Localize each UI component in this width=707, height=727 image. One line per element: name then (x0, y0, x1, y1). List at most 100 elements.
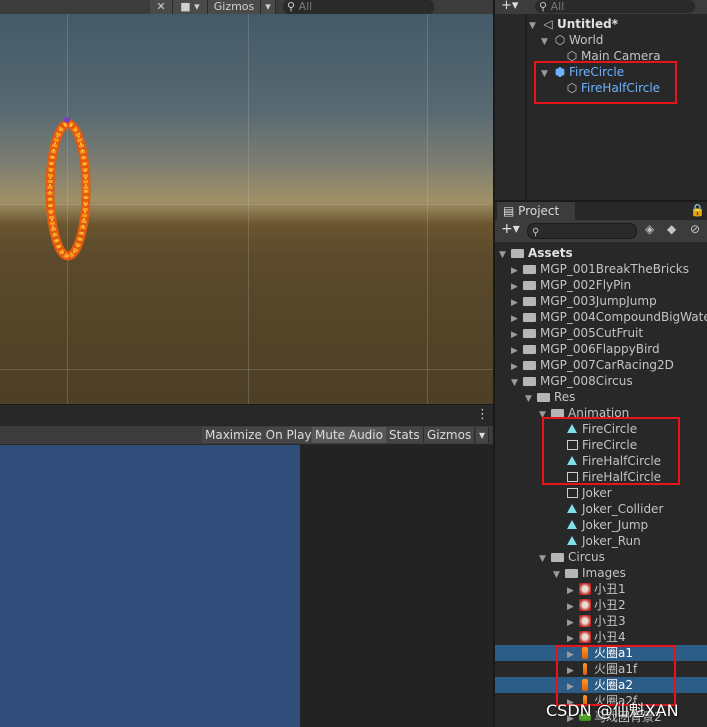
mute-audio-toggle[interactable]: Mute Audio (312, 427, 387, 443)
folder-images[interactable]: ▼ Images (553, 565, 626, 581)
game-view[interactable] (0, 445, 300, 727)
sprite-item[interactable]: ▶ 小丑3 (567, 613, 626, 629)
asset-label: 小丑4 (594, 630, 626, 644)
folder-label: Res (554, 390, 576, 404)
hidden-packages-icon[interactable]: ⊘ (690, 222, 700, 236)
asset-label: 小丑1 (594, 582, 626, 596)
sprite-item[interactable]: ▶ 小丑2 (567, 597, 626, 613)
hierarchy-search-input[interactable]: ⚲ All (535, 0, 695, 13)
folder-label: MGP_002FlyPin (540, 278, 632, 292)
asset-item[interactable]: Joker_Jump (565, 517, 648, 533)
expand-arrow-icon[interactable]: ▼ (499, 247, 511, 263)
search-by-label-icon[interactable]: ◆ (667, 222, 676, 236)
folder-icon (523, 297, 536, 306)
tools-icon[interactable]: ✕ (150, 0, 173, 14)
expand-arrow-icon[interactable]: ▼ (511, 375, 523, 391)
expand-arrow-icon[interactable]: ▼ (541, 34, 553, 50)
add-object-button[interactable]: +▾ (501, 0, 518, 13)
search-by-type-icon[interactable]: ◈ (645, 222, 654, 236)
more-options-icon[interactable]: ⋮ (476, 407, 489, 422)
sprite-item[interactable]: ▶ 小丑4 (567, 629, 626, 645)
clown-sprite-icon (579, 631, 591, 643)
hierarchy-item-label: World (569, 33, 604, 47)
folder-res[interactable]: ▼ Res (525, 389, 575, 405)
folder-item[interactable]: ▶ MGP_007CarRacing2D (511, 357, 674, 373)
fire-circle-sprite[interactable] (40, 110, 96, 266)
folder-icon (537, 393, 550, 402)
folder-label: MGP_006FlappyBird (540, 342, 660, 356)
game-view-margin (300, 445, 493, 727)
search-placeholder: All (550, 0, 565, 13)
folder-item[interactable]: ▶ MGP_003JumpJump (511, 293, 657, 309)
folder-icon (523, 377, 536, 386)
gameobject-cube-icon: ⬡ (554, 33, 566, 47)
folder-label: MGP_001BreakTheBricks (540, 262, 689, 276)
folder-label: MGP_008Circus (540, 374, 633, 388)
folder-item[interactable]: ▶ MGP_001BreakTheBricks (511, 261, 689, 277)
folder-icon (511, 249, 524, 258)
folder-label: MGP_003JumpJump (540, 294, 657, 308)
scene-search-input[interactable]: ⚲ All (283, 0, 434, 14)
folder-icon (523, 345, 536, 354)
grid-line (248, 14, 249, 404)
expand-arrow-icon[interactable]: ▼ (529, 18, 541, 34)
animation-clip-icon (567, 504, 577, 513)
lock-icon[interactable]: 🔒 (690, 203, 705, 217)
maximize-on-play-toggle[interactable]: Maximize On Play (202, 427, 316, 443)
animator-controller-icon (567, 488, 578, 498)
search-icon: ⚲ (287, 0, 296, 13)
search-icon: ⚲ (539, 0, 548, 13)
game-gizmos-button[interactable]: Gizmos (424, 427, 476, 443)
folder-icon (523, 313, 536, 322)
game-tab-header: ⋮ (0, 404, 493, 427)
unity-scene-icon: ◁ (543, 17, 553, 31)
folder-item[interactable]: ▶ MGP_005CutFruit (511, 325, 643, 341)
hierarchy-gutter (525, 14, 527, 200)
asset-item[interactable]: Joker_Run (565, 533, 641, 549)
asset-label: 小丑2 (594, 598, 626, 612)
folder-label: Assets (528, 246, 573, 260)
highlight-box (542, 417, 680, 485)
asset-item[interactable]: Joker_Collider (565, 501, 663, 517)
watermark: CSDN @仙魁XAN (546, 701, 679, 720)
folder-item[interactable]: ▶ MGP_006FlappyBird (511, 341, 660, 357)
expand-arrow-icon[interactable]: ▼ (553, 567, 565, 583)
folder-label: Circus (568, 550, 605, 564)
scene-view[interactable] (0, 14, 493, 404)
clown-sprite-icon (579, 615, 591, 627)
folder-icon (523, 329, 536, 338)
folder-icon (523, 265, 536, 274)
folder-circus[interactable]: ▼ Circus (539, 549, 605, 565)
gizmos-dropdown-arrow[interactable]: ▾ (261, 0, 276, 14)
gizmos-button[interactable]: Gizmos (208, 0, 261, 14)
sprite-item[interactable]: ▶ 小丑1 (567, 581, 626, 597)
scene-root-row[interactable]: ▼ ◁ Untitled* (529, 16, 618, 32)
stats-toggle[interactable]: Stats (386, 427, 424, 443)
asset-label: 小丑3 (594, 614, 626, 628)
search-placeholder: All (298, 0, 313, 13)
folder-icon (565, 569, 578, 578)
camera-dropdown[interactable]: ■ ▾ (173, 0, 208, 14)
animation-clip-icon (567, 520, 577, 529)
folder-label: Images (582, 566, 626, 580)
project-search-input[interactable]: ⚲ (527, 223, 637, 239)
game-gizmos-dropdown-arrow[interactable]: ▾ (476, 427, 490, 443)
expand-arrow-icon[interactable]: ▼ (539, 551, 551, 567)
expand-arrow-icon[interactable]: ▼ (525, 391, 537, 407)
create-asset-button[interactable]: +▾ (501, 221, 520, 237)
asset-label: Joker_Jump (582, 518, 649, 532)
folder-assets[interactable]: ▼ Assets (499, 245, 573, 261)
folder-icon (551, 553, 564, 562)
hierarchy-item-world[interactable]: ▼ ⬡ World (541, 32, 603, 48)
grid-line (427, 14, 428, 404)
animation-clip-icon (567, 536, 577, 545)
folder-item[interactable]: ▼ MGP_008Circus (511, 373, 633, 389)
folder-item[interactable]: ▶ MGP_004CompoundBigWate (511, 309, 707, 325)
asset-label: Joker (582, 486, 612, 500)
folder-label: MGP_005CutFruit (540, 326, 644, 340)
project-tab[interactable]: ▤ Project (497, 202, 575, 220)
folder-item[interactable]: ▶ MGP_002FlyPin (511, 277, 631, 293)
asset-item[interactable]: Joker (565, 485, 612, 501)
folder-icon (523, 361, 536, 370)
folder-icon: ▤ (503, 204, 515, 218)
